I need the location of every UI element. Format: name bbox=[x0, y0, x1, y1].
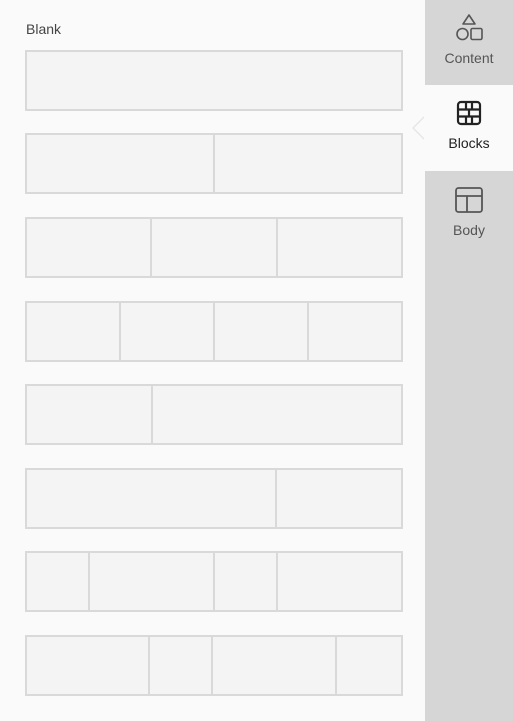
tab-body-label: Body bbox=[453, 222, 485, 238]
section-title: Blank bbox=[26, 21, 62, 37]
block-column bbox=[150, 219, 275, 276]
block-column bbox=[151, 386, 401, 443]
tab-content[interactable]: Content bbox=[425, 0, 513, 86]
tab-blocks[interactable]: Blocks bbox=[412, 85, 513, 171]
tab-blocks-label: Blocks bbox=[448, 135, 490, 151]
tab-body[interactable]: Body bbox=[425, 172, 513, 258]
tab-pointer bbox=[414, 117, 425, 139]
block-column bbox=[213, 553, 276, 610]
block-column bbox=[276, 553, 401, 610]
block-column bbox=[119, 303, 213, 360]
block-column bbox=[211, 637, 334, 694]
shapes-icon bbox=[453, 12, 485, 44]
block-layout-1-3-2-3[interactable] bbox=[25, 384, 403, 445]
tab-content-label: Content bbox=[444, 50, 494, 66]
block-column bbox=[334, 637, 401, 694]
block-layout-mixed-a[interactable] bbox=[25, 551, 403, 612]
block-column bbox=[27, 386, 151, 443]
block-layout-mixed-b[interactable] bbox=[25, 635, 403, 696]
block-column bbox=[27, 470, 275, 527]
block-column bbox=[27, 219, 150, 276]
block-column bbox=[88, 553, 213, 610]
block-column bbox=[27, 135, 213, 192]
block-column bbox=[27, 637, 148, 694]
block-column bbox=[275, 219, 401, 276]
block-column bbox=[27, 52, 401, 109]
sidebar-tabs: Content Blocks Body bbox=[412, 0, 513, 721]
block-layout-3-columns[interactable] bbox=[25, 217, 403, 278]
block-layout-1-column[interactable] bbox=[25, 50, 403, 111]
block-column bbox=[213, 303, 307, 360]
blocks-icon bbox=[453, 97, 485, 129]
block-column bbox=[275, 470, 401, 527]
editor-panel: Blank Content Blocks Body bbox=[0, 0, 513, 721]
block-layout-2-columns[interactable] bbox=[25, 133, 403, 194]
block-column bbox=[148, 637, 211, 694]
block-column bbox=[213, 135, 401, 192]
block-column bbox=[27, 553, 88, 610]
block-column bbox=[27, 303, 119, 360]
block-layout-4-columns[interactable] bbox=[25, 301, 403, 362]
blocks-panel: Blank bbox=[0, 0, 425, 721]
block-layout-2-3-1-3[interactable] bbox=[25, 468, 403, 529]
layout-icon bbox=[453, 184, 485, 216]
block-column bbox=[307, 303, 401, 360]
